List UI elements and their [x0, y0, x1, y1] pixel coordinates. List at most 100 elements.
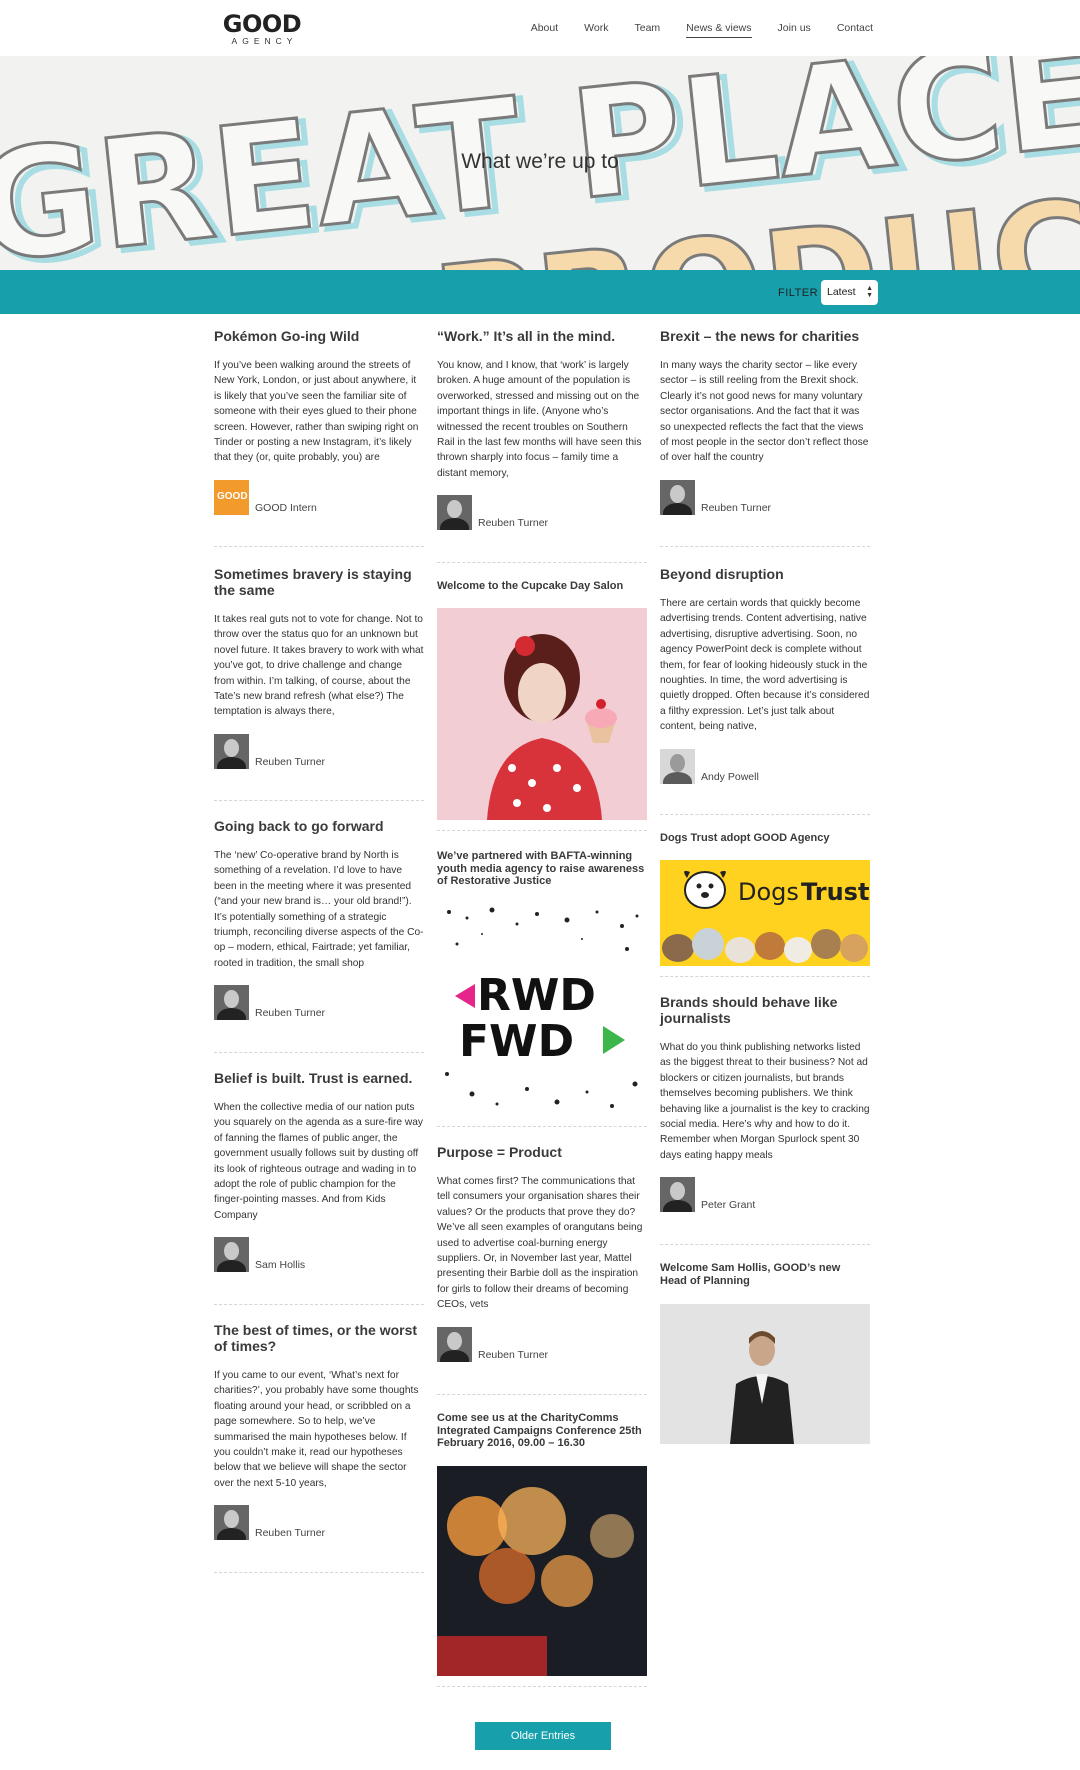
author-avatar [437, 1326, 472, 1362]
post-author: Reuben Turner [214, 985, 424, 1021]
post-excerpt: If you’ve been walking around the street… [214, 360, 419, 464]
divider [660, 814, 870, 815]
divider [214, 1572, 424, 1573]
conference-bokeh-image[interactable] [437, 1466, 647, 1676]
nav-contact[interactable]: Contact [837, 22, 873, 38]
post-title[interactable]: Welcome to the Cupcake Day Salon [437, 580, 647, 593]
divider [437, 1394, 647, 1395]
filter-label: FILTER [778, 287, 819, 299]
author-avatar [660, 479, 695, 515]
author-name: Reuben Turner [255, 1007, 326, 1020]
page-title: What we’re up to [461, 150, 619, 173]
rwd-fwd-graphic: RWD FWD [437, 904, 647, 1116]
post-title[interactable]: Belief is built. Trust is earned. [214, 1070, 424, 1086]
nav-work[interactable]: Work [584, 22, 608, 38]
nav-news-views[interactable]: News & views [686, 22, 752, 38]
post-author: Reuben Turner [437, 1326, 647, 1362]
author-avatar [214, 1505, 249, 1541]
post-card[interactable]: Belief is built. Trust is earned. When t… [214, 1070, 424, 1273]
post-card[interactable]: Sometimes bravery is staying the same It… [214, 566, 424, 769]
filter-select[interactable]: Latest ▲ ▼ [821, 280, 878, 305]
author-name: Reuben Turner [478, 517, 549, 530]
post-title[interactable]: Come see us at the CharityComms Integrat… [437, 1412, 647, 1450]
post-card[interactable]: Brands should behave like journalists Wh… [660, 994, 870, 1213]
bokeh-lights [437, 1466, 647, 1676]
site-header: GOOD AGENCY About Work Team News & views… [0, 0, 1080, 56]
divider [437, 562, 647, 563]
post-card[interactable]: The best of times, or the worst of times… [214, 1322, 424, 1541]
dogs-trust-image[interactable]: Dogs Trust [660, 860, 870, 966]
author-avatar: GOOD [214, 479, 249, 515]
post-author: GOOD GOOD Intern [214, 479, 424, 515]
post-author: Reuben Turner [214, 1505, 424, 1541]
logo-main-text: GOOD [222, 10, 302, 38]
post-card[interactable]: Dogs Trust adopt GOOD Agency [660, 832, 870, 845]
nav-join-us[interactable]: Join us [778, 22, 811, 38]
author-name: Reuben Turner [255, 1527, 326, 1540]
rwd-fwd-image[interactable]: RWD FWD [437, 904, 647, 1116]
author-name: Reuben Turner [701, 501, 772, 514]
post-card[interactable]: Pokémon Go-ing Wild If you’ve been walki… [214, 328, 424, 515]
post-title[interactable]: Brexit – the news for charities [660, 328, 870, 344]
post-title[interactable]: Beyond disruption [660, 566, 870, 582]
author-avatar [660, 748, 695, 784]
post-title[interactable]: Dogs Trust adopt GOOD Agency [660, 832, 870, 845]
post-card[interactable]: Welcome Sam Hollis, GOOD’s new Head of P… [660, 1262, 870, 1287]
post-title[interactable]: We’ve partnered with BAFTA-winning youth… [437, 850, 647, 888]
post-author: Reuben Turner [660, 479, 870, 515]
author-avatar [214, 1237, 249, 1273]
divider [214, 1052, 424, 1053]
cupcake-illustration [437, 608, 647, 820]
nav-team[interactable]: Team [634, 22, 660, 38]
author-avatar [660, 1177, 695, 1213]
post-card[interactable]: “Work.” It’s all in the mind. You know, … [437, 328, 647, 531]
post-title[interactable]: The best of times, or the worst of times… [214, 1322, 424, 1354]
author-name: Peter Grant [701, 1199, 756, 1212]
post-card[interactable]: Welcome to the Cupcake Day Salon [437, 580, 647, 593]
author-name: GOOD Intern [255, 501, 317, 514]
logo[interactable]: GOOD AGENCY [219, 12, 305, 46]
divider [660, 976, 870, 977]
divider [214, 546, 424, 547]
post-title[interactable]: Pokémon Go-ing Wild [214, 328, 424, 344]
post-excerpt: In many ways the charity sector – like e… [660, 360, 869, 464]
logo-sub-text: AGENCY [231, 36, 298, 46]
dogs-trust-logo-text-1: Dogs [738, 878, 799, 906]
post-excerpt: What comes first? The communications tha… [437, 1176, 643, 1311]
post-excerpt: When the collective media of our nation … [214, 1102, 423, 1221]
post-card[interactable]: Come see us at the CharityComms Integrat… [437, 1412, 647, 1450]
post-title[interactable]: Going back to go forward [214, 818, 424, 834]
post-excerpt: If you came to our event, ‘What’s next f… [214, 1370, 419, 1489]
dogs-trust-graphic: Dogs Trust [660, 860, 870, 966]
nav-about[interactable]: About [531, 22, 558, 38]
post-title[interactable]: Brands should behave like journalists [660, 994, 870, 1026]
post-author: Peter Grant [660, 1177, 870, 1213]
person-portrait [660, 1304, 870, 1444]
author-avatar [437, 495, 472, 531]
select-arrows-icon: ▲ ▼ [866, 285, 873, 299]
post-title[interactable]: Purpose = Product [437, 1144, 647, 1160]
older-entries-button[interactable]: Older Entries [475, 1722, 611, 1750]
sam-hollis-image[interactable] [660, 1304, 870, 1444]
filter-selected-value: Latest [827, 286, 856, 298]
avatar-logo-text: GOOD [217, 490, 248, 502]
post-title[interactable]: “Work.” It’s all in the mind. [437, 328, 647, 344]
author-name: Reuben Turner [478, 1348, 549, 1361]
post-card[interactable]: Brexit – the news for charities In many … [660, 328, 870, 515]
post-title[interactable]: Welcome Sam Hollis, GOOD’s new Head of P… [660, 1262, 870, 1287]
post-card[interactable]: Purpose = Product What comes first? The … [437, 1144, 647, 1362]
post-card[interactable]: We’ve partnered with BAFTA-winning youth… [437, 850, 647, 888]
post-title[interactable]: Sometimes bravery is staying the same [214, 566, 424, 598]
divider [214, 800, 424, 801]
author-name: Andy Powell [701, 770, 759, 783]
author-name: Reuben Turner [255, 755, 326, 768]
divider [437, 1126, 647, 1127]
cupcake-salon-image[interactable] [437, 608, 647, 820]
author-avatar [214, 985, 249, 1021]
author-avatar [214, 733, 249, 769]
author-name: Sam Hollis [255, 1259, 306, 1272]
post-card[interactable]: Going back to go forward The ‘new’ Co-op… [214, 818, 424, 1021]
post-excerpt: You know, and I know, that ‘work’ is lar… [437, 360, 642, 479]
post-author: Sam Hollis [214, 1237, 424, 1273]
post-card[interactable]: Beyond disruption There are certain word… [660, 566, 870, 784]
